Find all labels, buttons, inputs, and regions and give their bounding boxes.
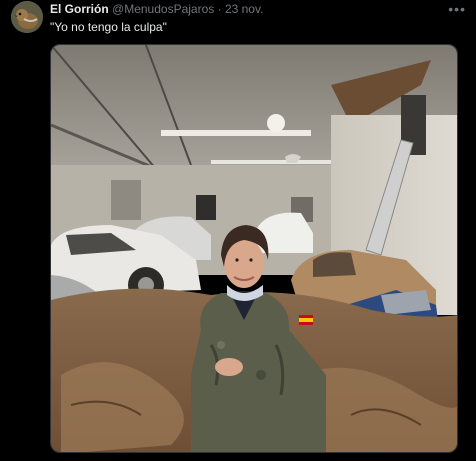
more-horizontal-icon[interactable]: •••	[448, 1, 466, 17]
separator: ·	[217, 2, 222, 16]
tweet[interactable]: El Gorrión @MenudosPajaros · 23 nov. •••…	[0, 0, 476, 461]
tweet-date[interactable]: 23 nov.	[225, 2, 263, 16]
tweet-media-image[interactable]	[50, 44, 458, 453]
flooded-garage-photo	[51, 45, 457, 452]
tweet-text: "Yo no tengo la culpa"	[50, 20, 167, 34]
author-handle[interactable]: @MenudosPajaros	[112, 2, 214, 16]
tweet-header: El Gorrión @MenudosPajaros · 23 nov.	[50, 2, 263, 16]
author-name[interactable]: El Gorrión	[50, 2, 109, 16]
avatar[interactable]	[11, 1, 43, 33]
